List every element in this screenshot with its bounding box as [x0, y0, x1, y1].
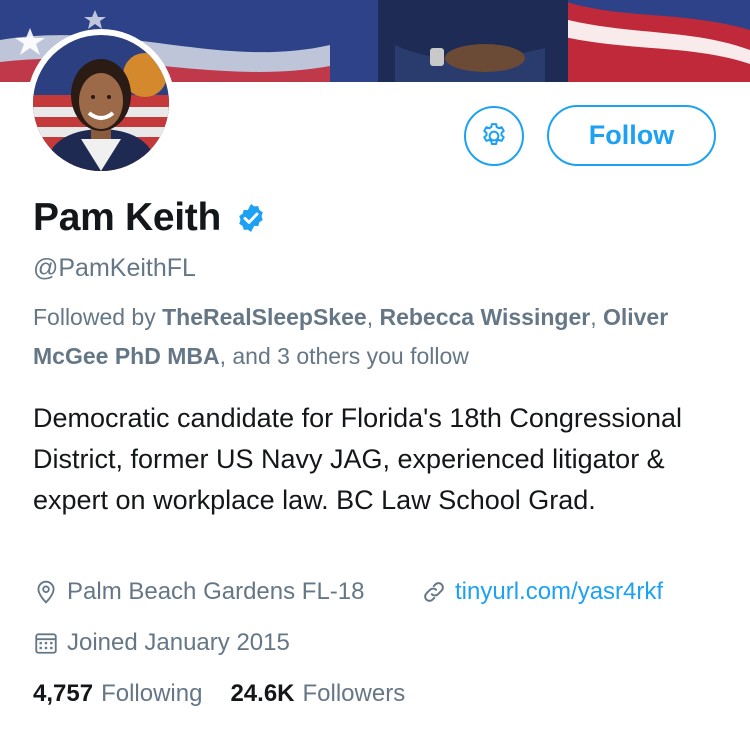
- location-text: Palm Beach Gardens FL-18: [67, 578, 365, 605]
- profile-name-row: Pam Keith: [33, 196, 267, 240]
- profile-website[interactable]: tinyurl.com/yasr4rkf: [421, 578, 663, 606]
- profile-settings-button[interactable]: [464, 106, 524, 166]
- followed-by-prefix: Followed by: [33, 304, 156, 330]
- following-label: Following: [101, 680, 203, 707]
- website-link[interactable]: tinyurl.com/yasr4rkf: [455, 578, 663, 606]
- verified-badge-icon: [235, 202, 267, 234]
- follower-link[interactable]: TheRealSleepSkee: [162, 304, 367, 330]
- avatar-image: [33, 35, 169, 171]
- following-count: 4,757: [33, 680, 94, 707]
- follower-link[interactable]: Rebecca Wissinger: [379, 304, 590, 330]
- location-pin-icon: [33, 579, 59, 605]
- followers-count: 24.6K: [230, 680, 295, 707]
- followed-by-suffix[interactable]: , and 3 others you follow: [220, 343, 469, 369]
- profile-stats: 4,757 Following 24.6K Followers: [33, 680, 405, 708]
- profile-location: Palm Beach Gardens FL-18: [33, 578, 364, 606]
- follow-button-label: Follow: [588, 120, 675, 150]
- followers-stat[interactable]: 24.6K Followers: [230, 680, 405, 708]
- profile-name: Pam Keith: [33, 196, 222, 239]
- profile-joined-date: Joined January 2015: [33, 629, 290, 657]
- follow-button[interactable]: Follow: [547, 105, 716, 166]
- profile-bio: Democratic candidate for Florida's 18th …: [33, 403, 682, 515]
- following-stat[interactable]: 4,757 Following: [33, 680, 202, 708]
- followed-by-text: Followed by TheRealSleepSkee, Rebecca Wi…: [33, 304, 669, 369]
- link-icon: [421, 579, 447, 605]
- avatar[interactable]: [33, 35, 169, 171]
- followers-label: Followers: [302, 680, 406, 707]
- joined-text: Joined January 2015: [67, 629, 290, 656]
- calendar-icon: [33, 630, 59, 656]
- gear-icon: [483, 123, 505, 145]
- avatar-frame[interactable]: [27, 29, 175, 177]
- profile-handle: @PamKeithFL: [33, 254, 196, 282]
